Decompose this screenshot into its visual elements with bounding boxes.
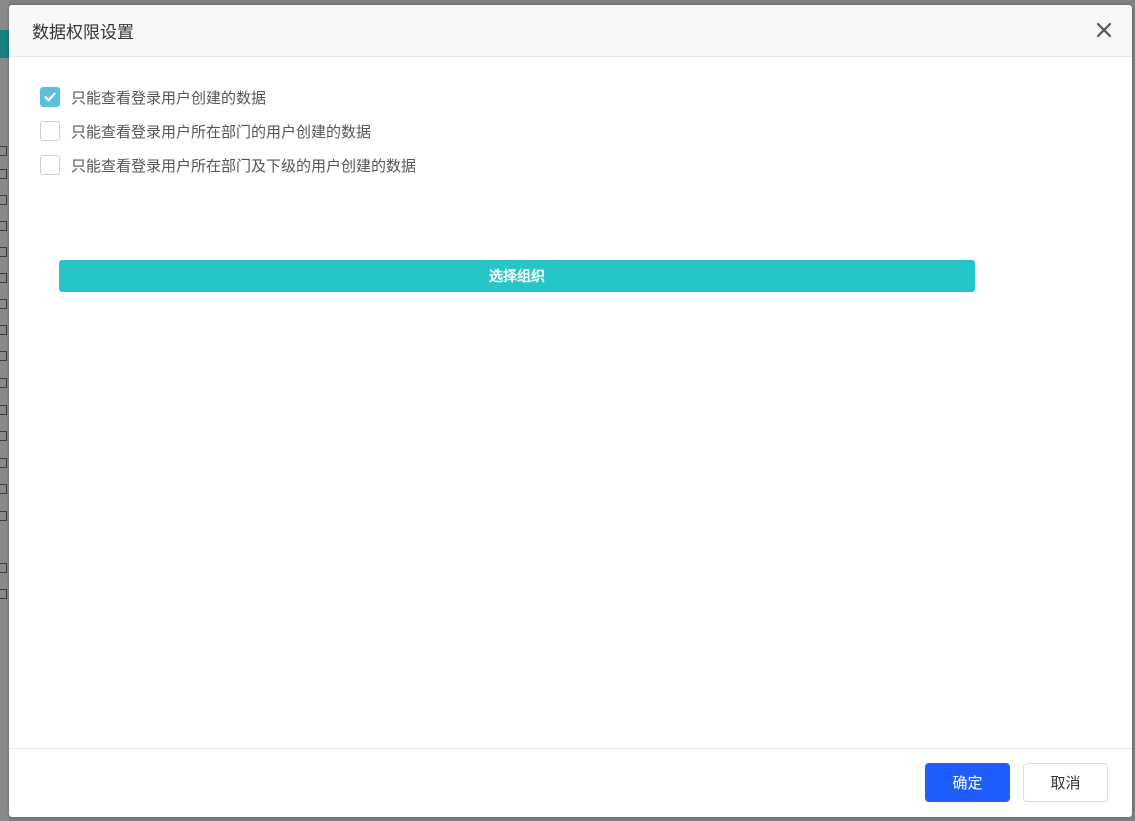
checkbox-department-data[interactable] bbox=[40, 121, 60, 141]
background-checkbox-icon bbox=[0, 378, 7, 388]
background-checkbox-icon bbox=[0, 431, 7, 441]
background-checkbox-icon bbox=[0, 563, 7, 573]
background-checkbox-icon bbox=[0, 221, 7, 231]
background-checkbox-icon bbox=[0, 195, 7, 205]
checkbox-own-data[interactable] bbox=[40, 87, 60, 107]
dialog-header: 数据权限设置 bbox=[9, 5, 1132, 57]
checkbox-department-subordinate-data[interactable] bbox=[40, 155, 60, 175]
background-checkbox-icon bbox=[0, 169, 7, 179]
check-icon bbox=[44, 92, 56, 102]
background-checkbox-icon bbox=[0, 325, 7, 335]
background-checkbox-icon bbox=[0, 511, 7, 521]
close-button[interactable] bbox=[1094, 20, 1114, 40]
option-label: 只能查看登录用户创建的数据 bbox=[71, 88, 267, 107]
option-department-subordinate-data[interactable]: 只能查看登录用户所在部门及下级的用户创建的数据 bbox=[40, 154, 416, 176]
background-checkbox-icon bbox=[0, 351, 7, 361]
data-permission-dialog: 数据权限设置 只能查看登录用户创建的数据 只能查看登录用户所在部门的用户创建的数… bbox=[9, 5, 1132, 817]
option-department-data[interactable]: 只能查看登录用户所在部门的用户创建的数据 bbox=[40, 120, 371, 142]
option-own-data[interactable]: 只能查看登录用户创建的数据 bbox=[40, 86, 266, 108]
background-checkbox-icon bbox=[0, 273, 7, 283]
cancel-button[interactable]: 取消 bbox=[1023, 763, 1108, 802]
background-checkbox-icon bbox=[0, 247, 7, 257]
background-folder-icon bbox=[0, 146, 7, 156]
close-icon bbox=[1096, 22, 1112, 38]
select-organization-button[interactable]: 选择组织 bbox=[59, 260, 975, 292]
dialog-title: 数据权限设置 bbox=[32, 23, 134, 43]
dialog-footer: 确定 取消 bbox=[9, 748, 1132, 817]
background-header-bar bbox=[0, 30, 9, 58]
option-label: 只能查看登录用户所在部门及下级的用户创建的数据 bbox=[71, 156, 417, 175]
background-checkbox-icon bbox=[0, 405, 7, 415]
background-checkbox-icon bbox=[0, 589, 7, 599]
confirm-button[interactable]: 确定 bbox=[925, 763, 1010, 802]
background-page-edge bbox=[0, 0, 9, 821]
background-checkbox-icon bbox=[0, 458, 7, 468]
option-label: 只能查看登录用户所在部门的用户创建的数据 bbox=[71, 122, 372, 141]
background-checkbox-icon bbox=[0, 299, 7, 309]
background-checkbox-icon bbox=[0, 484, 7, 494]
